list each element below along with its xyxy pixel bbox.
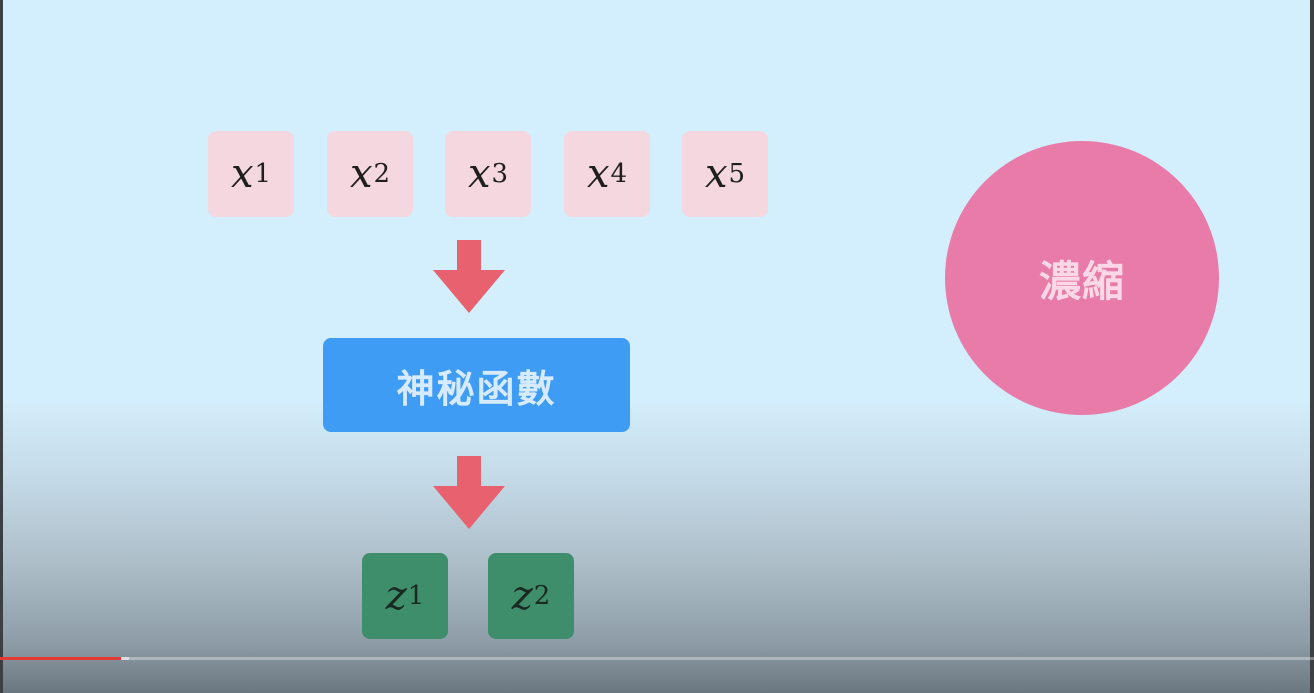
concentrate-circle: 濃縮 [945,141,1219,415]
input-x5-box: x5 [682,131,768,217]
output-var: z [385,573,407,619]
circle-label: 濃縮 [1038,256,1125,306]
mystery-function-box: 神秘函數 [323,338,630,432]
input-var: x [230,151,254,197]
video-progress-fill [0,657,121,660]
video-progress-bar[interactable] [0,657,1314,660]
input-subscript: 2 [373,159,391,189]
input-x4-box: x4 [564,131,650,217]
output-z1-box: z1 [362,553,448,639]
video-progress-buffer [121,657,129,660]
output-subscript: 2 [533,581,551,611]
input-var: x [586,151,610,197]
player-border-left [0,0,3,693]
player-border-right [1310,0,1314,693]
input-subscript: 5 [728,159,746,189]
arrow-down-icon [433,240,505,313]
output-var: z [511,573,533,619]
output-subscript: 1 [407,581,425,611]
output-z2-box: z2 [488,553,574,639]
arrow-down-icon [433,456,505,529]
input-subscript: 3 [491,159,509,189]
input-x3-box: x3 [445,131,531,217]
function-label: 神秘函數 [396,366,557,411]
input-subscript: 4 [610,159,628,189]
input-subscript: 1 [254,159,272,189]
input-var: x [467,151,491,197]
input-var: x [704,151,728,197]
input-var: x [349,151,373,197]
input-x2-box: x2 [327,131,413,217]
input-x1-box: x1 [208,131,294,217]
